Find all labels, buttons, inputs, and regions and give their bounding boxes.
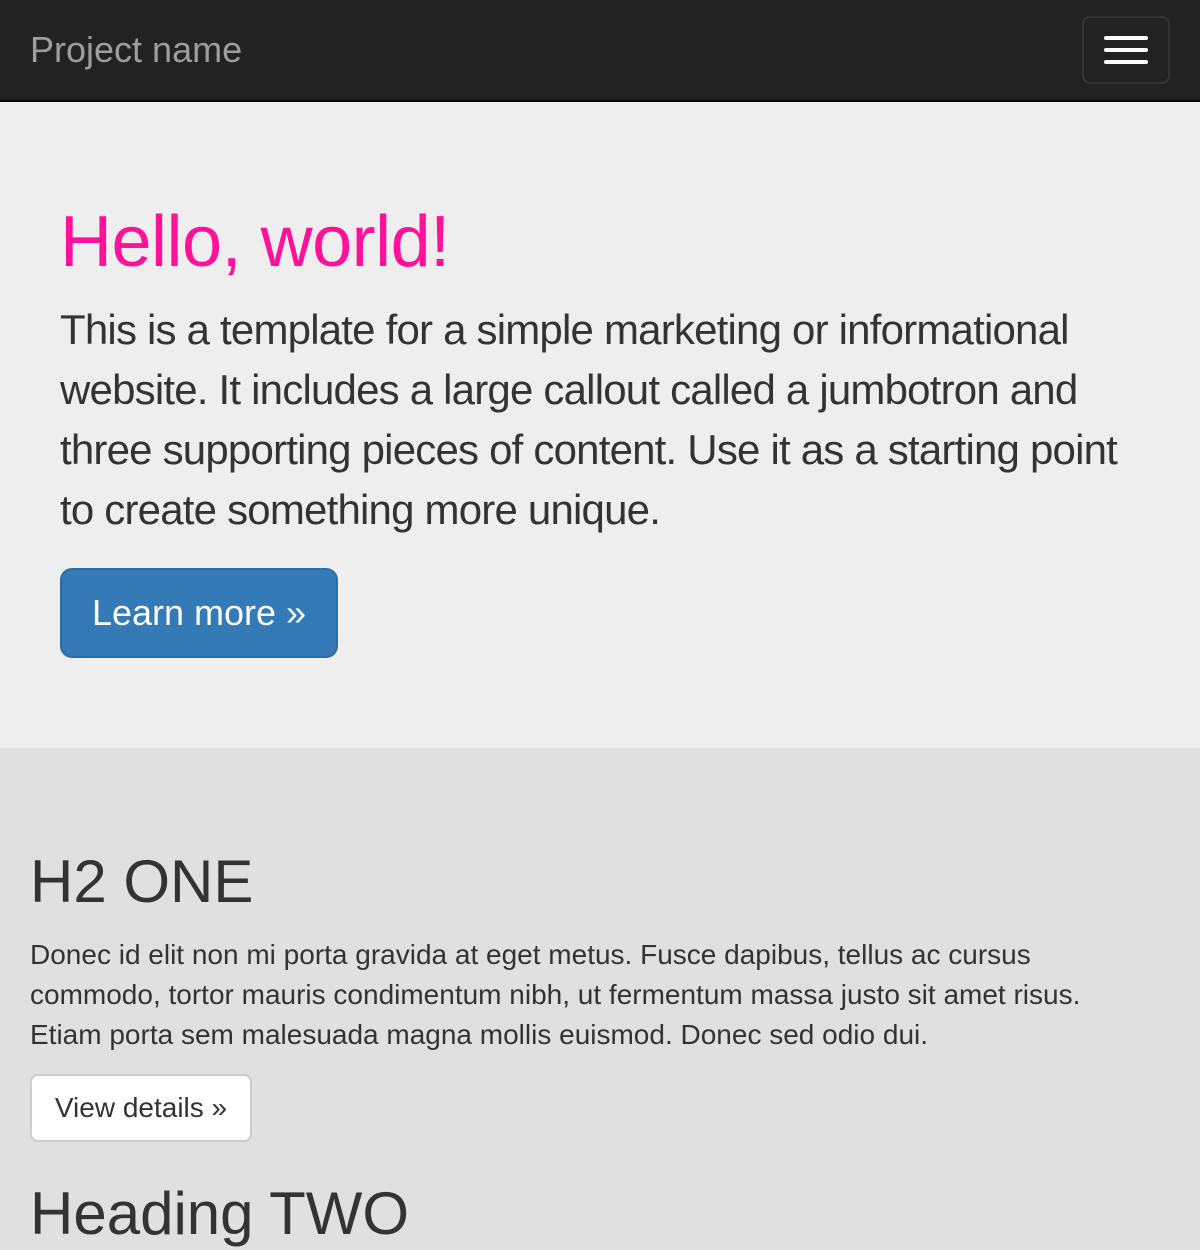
section-text: Donec id elit non mi porta gravida at eg… xyxy=(30,939,1081,1050)
navbar-toggle-button[interactable] xyxy=(1082,16,1170,84)
section-title-two: Heading TWO xyxy=(30,1180,410,1247)
brand-link[interactable]: Project name xyxy=(30,28,242,72)
navbar: Project name xyxy=(0,0,1200,102)
hero-title: Hello, world! xyxy=(60,202,450,282)
learn-more-button[interactable]: Learn more » xyxy=(60,568,338,658)
hamburger-menu-icon xyxy=(1104,36,1148,40)
hamburger-menu-icon-bar xyxy=(1104,48,1148,52)
section-title: H2 ONE xyxy=(30,848,254,915)
view-details-button[interactable]: View details » xyxy=(30,1074,252,1142)
hamburger-menu-icon-bar xyxy=(1104,60,1148,64)
hero-text: This is a template for a simple marketin… xyxy=(60,306,1118,533)
